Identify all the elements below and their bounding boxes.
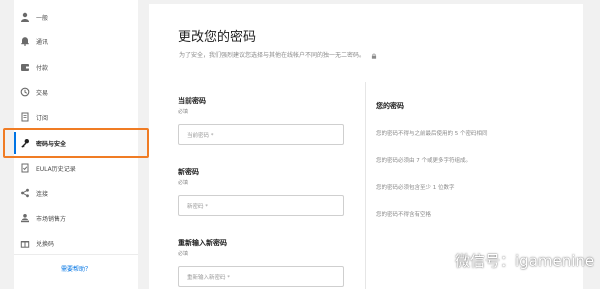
watermark: 微信号：igamenine xyxy=(428,250,594,271)
sidebar-item-label: 市场销售方 xyxy=(36,215,67,223)
new-password-required: 必填 xyxy=(178,180,189,186)
password-rule: 您的密码不得含有空格 xyxy=(376,212,432,218)
sidebar-item-label: EULA历史记录 xyxy=(36,165,76,173)
gift-icon xyxy=(20,238,30,248)
highlight-box xyxy=(3,128,149,158)
watermark-text: 微信号：igamenine xyxy=(455,252,595,270)
sidebar-item-label: 通讯 xyxy=(36,38,49,46)
sidebar-item-label: 兑换码 xyxy=(36,240,55,248)
main-panel: 更改您的密码 为了安全，我们强烈建议您选择与其他在线帐户不同的独一无二密码。 当… xyxy=(149,4,583,289)
sidebar-item-transactions[interactable]: 交易 xyxy=(14,81,138,103)
current-password-required: 必填 xyxy=(178,109,189,115)
bell-icon xyxy=(20,36,30,46)
sidebar-item-label: 交易 xyxy=(36,89,49,97)
eula-icon xyxy=(20,163,30,173)
user-icon xyxy=(20,12,30,22)
password-rules-title: 您的密码 xyxy=(376,102,404,110)
sidebar-item-marketplace-seller[interactable]: 市场销售方 xyxy=(14,207,138,229)
subtitle-text: 为了安全，我们强烈建议您选择与其他在线帐户不同的独一无二密码。 xyxy=(179,52,366,59)
sidebar-item-general[interactable]: 一般 xyxy=(14,6,138,28)
document-icon xyxy=(20,112,30,122)
wechat-icon xyxy=(428,252,450,270)
new-password-label: 新密码 xyxy=(178,168,199,176)
new-password-input[interactable]: 新密码 * xyxy=(178,195,344,216)
sidebar-item-redeem-code[interactable]: 兑换码 xyxy=(14,232,138,254)
sidebar-item-connections[interactable]: 连接 xyxy=(14,182,138,204)
confirm-password-input[interactable]: 重新输入新密码 * xyxy=(178,266,344,287)
sidebar-item-label: 付款 xyxy=(36,64,49,72)
seller-icon xyxy=(20,213,30,223)
column-divider xyxy=(365,82,366,289)
share-icon xyxy=(20,188,30,198)
confirm-password-label: 重新输入新密码 xyxy=(178,239,227,247)
sidebar-item-label: 一般 xyxy=(36,14,49,22)
sidebar-item-payment[interactable]: 付款 xyxy=(14,56,138,78)
help-link[interactable]: 需要帮助？ xyxy=(14,264,138,273)
sidebar-item-eula-history[interactable]: EULA历史记录 xyxy=(14,157,138,179)
password-rule: 您的密码必须由 7 个或更多字符组成。 xyxy=(376,158,471,164)
confirm-password-required: 必填 xyxy=(178,251,189,257)
sidebar-item-subscriptions[interactable]: 订阅 xyxy=(14,106,138,128)
password-rule: 您的密码不得与之前最后使用的 5 个密码相同 xyxy=(376,131,488,137)
page-subtitle: 为了安全，我们强烈建议您选择与其他在线帐户不同的独一无二密码。 xyxy=(179,50,377,59)
lock-icon xyxy=(371,53,377,59)
sidebar-item-label: 连接 xyxy=(36,190,49,198)
wallet-icon xyxy=(20,62,30,72)
history-icon xyxy=(20,87,30,97)
page-title: 更改您的密码 xyxy=(178,30,257,45)
sidebar-divider xyxy=(14,254,138,255)
sidebar-item-notifications[interactable]: 通讯 xyxy=(14,30,138,52)
password-rule: 您的密码必须包含至少 1 位数字 xyxy=(376,185,455,191)
sidebar-item-label: 订阅 xyxy=(36,114,49,122)
current-password-input[interactable]: 当前密码 * xyxy=(178,124,344,145)
current-password-label: 当前密码 xyxy=(178,97,206,105)
